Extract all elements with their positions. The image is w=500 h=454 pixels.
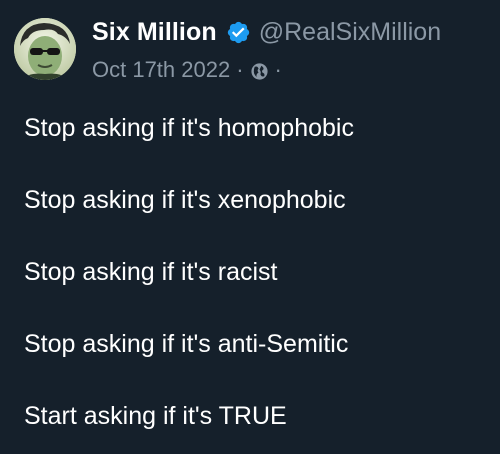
tweet-line: Stop asking if it's racist: [24, 258, 278, 286]
avatar[interactable]: [14, 18, 76, 80]
meta-separator: ·: [236, 57, 244, 82]
tweet-meta: Oct 17th 2022 · ·: [92, 54, 490, 86]
meta-separator-trailing: ·: [274, 57, 282, 82]
user-handle[interactable]: @RealSixMillion: [259, 18, 441, 47]
tweet-line: Stop asking if it's xenophobic: [24, 186, 346, 214]
name-row: Six Million @RealSixMillion: [92, 14, 490, 50]
verified-badge-icon: [226, 20, 251, 45]
tweet-card: Six Million @RealSixMillion Oct 17th 202…: [0, 0, 500, 454]
avatar-photo-icon: [14, 18, 76, 80]
globe-icon: [250, 61, 269, 80]
display-name[interactable]: Six Million: [92, 18, 217, 47]
tweet-line: Stop asking if it's anti-Semitic: [24, 330, 349, 358]
tweet-line: Stop asking if it's homophobic: [24, 114, 354, 142]
tweet-date[interactable]: Oct 17th 2022: [92, 57, 230, 83]
tweet-text: Stop asking if it's homophobic Stop aski…: [24, 110, 494, 434]
tweet-header: Six Million @RealSixMillion Oct 17th 202…: [92, 14, 490, 86]
tweet-line: Start asking if it's TRUE: [24, 402, 287, 430]
